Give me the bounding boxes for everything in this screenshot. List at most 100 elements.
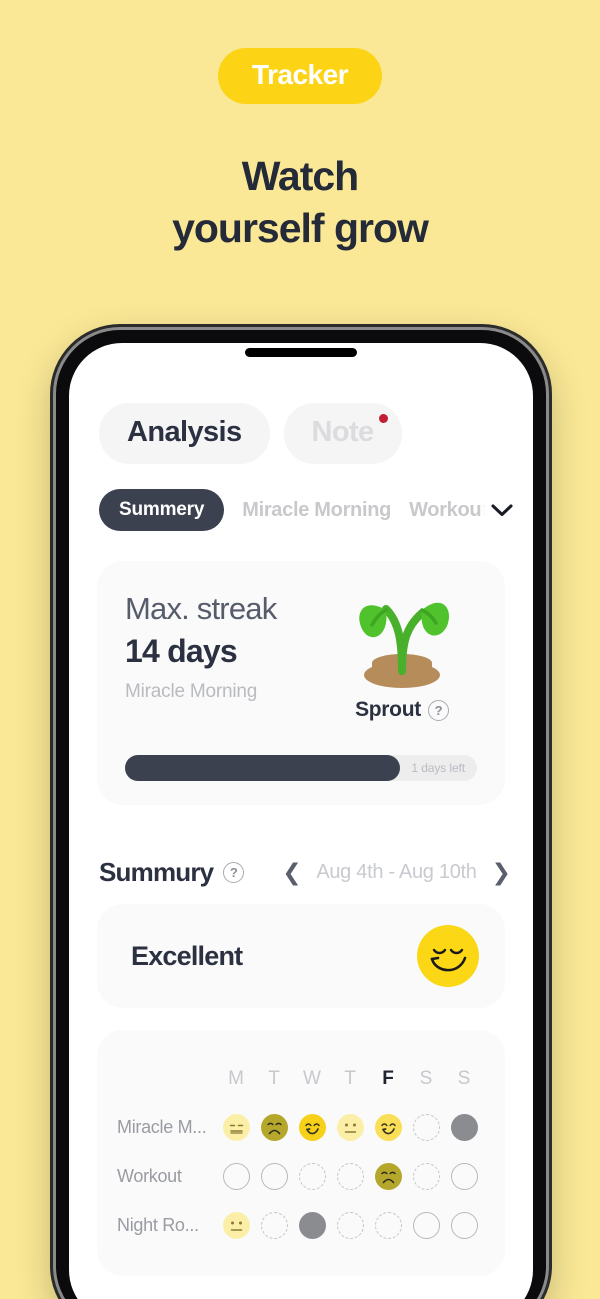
day-header-label: F [382,1067,394,1089]
day-header-cell: M [217,1068,255,1090]
habit-mark-empty-solid [450,1163,478,1190]
habit-mark-face [298,1114,326,1141]
day-header-label: S [419,1067,433,1089]
habit-mark-empty-solid [412,1212,440,1239]
habit-mark-empty-dashed [298,1163,326,1190]
habit-row: Miracle M... [117,1103,485,1152]
habit-mark-face [222,1212,250,1239]
subtab-workout[interactable]: Workout [409,499,488,522]
habit-cell[interactable] [369,1163,407,1190]
habit-row-label: Workout [117,1166,182,1186]
habit-mark-empty-dashed [336,1163,364,1190]
stage-help-icon[interactable]: ? [427,699,449,721]
subtab-miracle-morning[interactable]: Miracle Morning [242,499,391,522]
habit-cell[interactable] [369,1114,407,1141]
next-week-button[interactable]: ❯ [492,861,511,884]
tab-analysis[interactable]: Analysis [99,403,270,464]
habit-rows: Miracle M... Workout Night Ro... [117,1103,485,1250]
habit-row-label: Miracle M... [117,1117,207,1137]
summury-help-icon[interactable]: ? [223,862,245,883]
day-header-cells: MTWTFSS [209,1068,485,1090]
subtab-miracle-morning-label: Miracle Morning [242,498,392,521]
happy-face-icon [298,1114,326,1141]
habit-row: Night Ro... [117,1201,485,1250]
app-content: Analysis Note Summery Miracle Morning Wo… [69,343,533,1299]
habit-mark-empty-solid [222,1163,250,1190]
day-header-label: T [344,1067,356,1089]
day-header-label: M [228,1067,244,1089]
day-header-cell: T [255,1068,293,1090]
plant-stage-label: Sprout [355,698,421,721]
neutral-face-icon [336,1114,364,1141]
habit-cell[interactable] [445,1114,483,1141]
habit-mark-grey [450,1114,478,1141]
habit-cell[interactable] [369,1212,407,1239]
habit-mark-grey [298,1212,326,1239]
streak-progress-fill [125,755,400,781]
habit-cell[interactable] [331,1163,369,1190]
tab-note[interactable]: Note [283,403,402,464]
day-header-cell: F [369,1068,407,1090]
habit-mark-face [374,1114,402,1141]
max-streak-card: Max. streak 14 days Miracle Morning Spro… [97,561,505,805]
habit-row-cells [209,1163,485,1190]
habit-cell[interactable] [293,1114,331,1141]
habit-cell[interactable] [445,1212,483,1239]
note-notification-dot-icon [378,414,388,423]
streak-progress-label: 1 days left [411,761,465,775]
expand-subtabs-button[interactable] [481,489,523,531]
habit-mark-empty-dashed [412,1163,440,1190]
subtab-workout-label: Workout [409,498,488,521]
mood-summary-card: Excellent [97,904,505,1008]
mood-label: Excellent [131,940,243,971]
habit-cell[interactable] [255,1163,293,1190]
habit-cell[interactable] [217,1163,255,1190]
seedling-icon [359,602,450,688]
day-header-label: T [268,1067,280,1089]
habit-cell[interactable] [217,1114,255,1141]
habit-cell[interactable] [407,1163,445,1190]
headline-line-2: yourself grow [172,205,429,252]
habit-row: Workout [117,1152,485,1201]
streak-progress-bar: 1 days left [125,755,477,781]
habit-mark-empty-dashed [412,1114,440,1141]
habit-mark-face [222,1114,250,1141]
sad-face-icon [260,1114,288,1141]
habit-mark-empty-dashed [374,1212,402,1239]
habit-cell[interactable] [255,1114,293,1141]
sad-face-icon [374,1163,402,1190]
habit-cell[interactable] [331,1212,369,1239]
smiling-face-icon [417,925,479,987]
summury-title: Summury [99,857,214,887]
chevron-down-icon [491,503,513,516]
date-range-label: Aug 4th - Aug 10th [316,861,477,883]
habit-cell[interactable] [407,1212,445,1239]
habit-mark-empty-solid [260,1163,288,1190]
grid-header-row: MTWTFSS [117,1054,485,1103]
plant-stage: Sprout ? [337,583,467,722]
habit-cell[interactable] [217,1212,255,1239]
top-tab-bar: Analysis Note [69,403,533,464]
habit-mark-face [336,1114,364,1141]
prev-week-button[interactable]: ❮ [282,861,301,884]
habit-cell[interactable] [293,1212,331,1239]
happy-face-icon [374,1114,402,1141]
subtab-summery[interactable]: Summery [99,489,225,531]
habit-cell[interactable] [407,1114,445,1141]
habit-cell[interactable] [331,1114,369,1141]
page-title: Watch yourself grow [172,150,429,255]
habit-cell[interactable] [293,1163,331,1190]
habit-cell[interactable] [255,1212,293,1239]
plant-stage-label-row: Sprout ? [337,698,467,722]
habit-mark-empty-dashed [336,1212,364,1239]
habit-mark-face [374,1163,402,1190]
day-header-label: W [303,1067,321,1089]
day-header-label: S [457,1067,471,1089]
tab-analysis-label: Analysis [127,416,242,448]
habit-cell[interactable] [445,1163,483,1190]
date-range-picker: ❮ Aug 4th - Aug 10th ❯ [282,861,511,884]
headline-line-1: Watch [241,153,359,199]
promo-header: Tracker Watch yourself grow [0,0,600,320]
sub-tab-bar: Summery Miracle Morning Workout [69,489,533,531]
day-header-cell: W [293,1068,331,1090]
